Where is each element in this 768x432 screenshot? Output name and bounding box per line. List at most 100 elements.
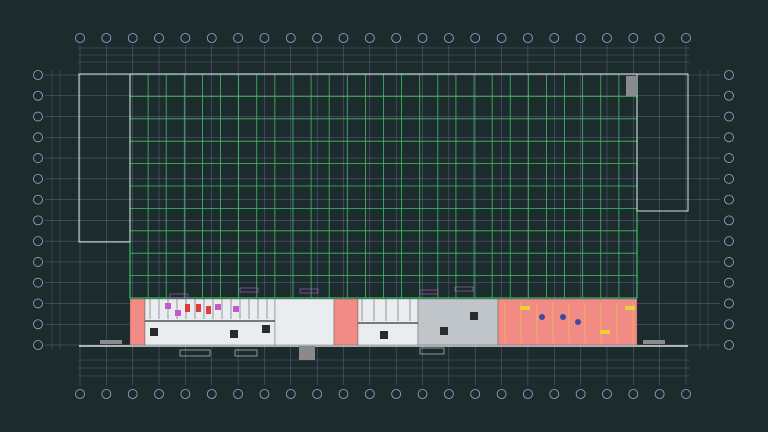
grid-bubble-bottom (364, 389, 375, 399)
entrance-canopy (299, 346, 315, 360)
grid-bubble-top (575, 33, 586, 43)
grid-bubble-top (75, 33, 85, 43)
fixture-round (575, 319, 581, 325)
grid-bubble-bottom (154, 389, 164, 399)
grid-bubble-top (470, 33, 481, 43)
grid-bubble-top (259, 33, 270, 43)
grid-bubble-top (364, 33, 375, 43)
grid-bubble-top (312, 33, 323, 43)
grid-bubble-left (33, 298, 43, 309)
grid-bubble-bottom (549, 389, 560, 399)
grid-bubble-right (724, 236, 734, 247)
grid-bubble-right (724, 340, 734, 350)
grid-bubble-bottom (391, 389, 402, 399)
grid-bubble-right (724, 319, 734, 330)
grid-bubble-left (33, 194, 43, 205)
exterior-stair (179, 349, 211, 357)
fixture-red (196, 304, 201, 312)
grid-bubble-right (724, 298, 734, 309)
fixture-yellow (520, 306, 530, 310)
grid-bubble-right (724, 153, 734, 163)
grid-bubble-top (496, 33, 507, 43)
fixture-magenta (175, 310, 181, 316)
grid-bubble-left (33, 340, 43, 350)
floor-plan-drawing[interactable] (0, 0, 768, 432)
grid-bubble-bottom (338, 389, 349, 399)
grid-bubble-top (206, 33, 217, 43)
grid-bubble-bottom (654, 389, 665, 399)
grid-bubble-bottom (259, 389, 270, 399)
fixture-magenta (215, 304, 221, 310)
grid-bubble-bottom (628, 389, 639, 399)
grid-bubble-bottom (285, 389, 296, 399)
grid-bubble-bottom (681, 389, 691, 399)
grid-bubble-top (391, 33, 402, 43)
grid-bubble-top (602, 33, 612, 43)
grid-bubble-bottom (523, 389, 533, 399)
fixture-dark (150, 328, 158, 336)
grid-bubble-right (724, 90, 734, 101)
stair-core (626, 76, 636, 96)
annotation-mark (454, 286, 474, 292)
annotation-mark (239, 287, 259, 293)
grid-bubble-left (33, 70, 43, 80)
annotation-mark (299, 288, 319, 294)
grid-bubble-left (33, 153, 43, 163)
fixture-red (206, 306, 211, 314)
room-lobby (274, 298, 335, 346)
grid-bubble-top (180, 33, 191, 43)
loading-dock-left (100, 340, 122, 344)
room-pink (333, 298, 359, 346)
grid-bubble-top (523, 33, 533, 43)
grid-bubble-bottom (101, 389, 112, 399)
grid-bubble-top (628, 33, 639, 43)
grid-bubble-top (154, 33, 164, 43)
grid-bubble-right (724, 173, 734, 184)
grid-bubble-top (101, 33, 112, 43)
fixture-round (560, 314, 566, 320)
grid-bubble-top (681, 33, 691, 43)
room-services (417, 298, 499, 346)
fixture-dark (230, 330, 238, 338)
grid-bubble-top (654, 33, 665, 43)
grid-bubble-top (233, 33, 243, 43)
grid-bubble-left (33, 111, 43, 122)
structural-grid (129, 73, 638, 299)
fixture-magenta (233, 306, 239, 312)
fixture-dark (440, 327, 448, 335)
grid-bubble-bottom (180, 389, 191, 399)
grid-bubble-top (443, 33, 454, 43)
grid-bubble-bottom (312, 389, 323, 399)
grid-bubble-top (417, 33, 428, 43)
grid-bubble-bottom (75, 389, 85, 399)
grid-bubble-left (33, 90, 43, 101)
fixture-yellow (625, 306, 635, 310)
grid-bubble-bottom (443, 389, 454, 399)
grid-bubble-right (724, 111, 734, 122)
grid-bubble-bottom (417, 389, 428, 399)
grid-bubble-left (33, 277, 43, 288)
fixture-dark (470, 312, 478, 320)
exterior-stair (419, 347, 445, 355)
room-pink (129, 298, 146, 346)
grid-bubble-left (33, 215, 43, 226)
cad-viewport[interactable] (0, 0, 768, 432)
fixture-magenta (165, 303, 171, 309)
grid-bubble-top (127, 33, 138, 43)
grid-bubble-right (724, 277, 734, 288)
grid-bubble-left (33, 319, 43, 330)
grid-bubble-right (724, 215, 734, 226)
grid-bubble-right (724, 70, 734, 80)
grid-bubble-left (33, 257, 43, 267)
grid-bubble-bottom (206, 389, 217, 399)
grid-bubble-bottom (127, 389, 138, 399)
grid-bubble-bottom (496, 389, 507, 399)
fixture-dark (380, 331, 388, 339)
grid-bubble-bottom (575, 389, 586, 399)
fixture-round (539, 314, 545, 320)
grid-bubble-right (724, 132, 734, 143)
fixture-red (185, 304, 190, 312)
fixture-yellow (600, 330, 610, 334)
grid-bubble-left (33, 236, 43, 247)
grid-bubble-top (338, 33, 349, 43)
